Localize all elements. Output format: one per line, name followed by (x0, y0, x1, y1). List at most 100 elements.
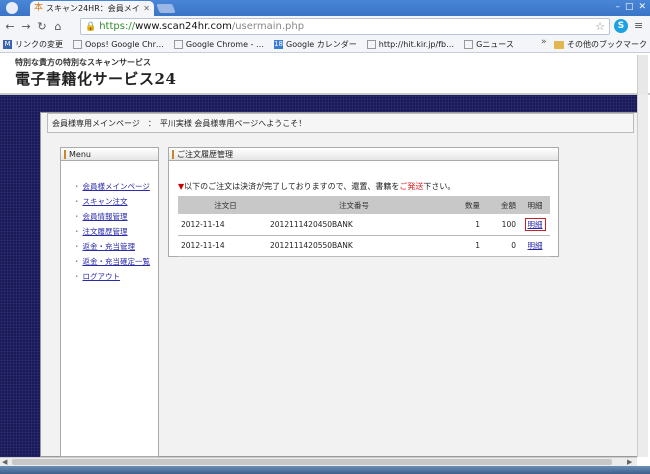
forward-icon[interactable]: → (20, 20, 32, 34)
home-icon[interactable]: ⌂ (52, 20, 64, 34)
horizontal-scrollbar[interactable]: ◀ ▶ (0, 457, 637, 466)
bookmark-label: Google Chrome - … (185, 40, 264, 49)
sidebar-item-refund: ・返金・充当管理 (73, 239, 158, 254)
bookmark-item[interactable]: Oops! Google Chr… (73, 40, 164, 49)
bookmark-item[interactable]: 18 Google カレンダー (274, 39, 357, 50)
maximize-icon[interactable]: □ (625, 2, 634, 12)
bullet-icon: ・ (73, 227, 81, 236)
bookmark-label: Gニュース (476, 40, 514, 49)
sidebar-item-refund-list: ・返金・充当確定一覧 (73, 254, 158, 269)
sidebar-item-logout: ・ログアウト (73, 269, 158, 284)
header-accent (64, 149, 66, 159)
os-taskbar (0, 466, 650, 474)
url-host: www.scan24hr.com (135, 21, 232, 32)
bookmark-item[interactable]: Google Chrome - … (173, 40, 264, 49)
folder-icon (554, 40, 564, 49)
notice-text: ▼以下のご注文は決済が完了しておりますので、還置、書籍をご発送下さい。 (178, 181, 455, 192)
table-row: 2012-11-14 2012111420550BANK 1 0 明細 (178, 235, 550, 257)
bookmark-m-icon: M (3, 40, 12, 49)
sidebar-link[interactable]: 返金・充当確定一覧 (83, 256, 151, 267)
address-bar[interactable]: 🔒 https:// www.scan24hr.com /usermain.ph… (80, 18, 610, 35)
window-controls: – □ ✕ (615, 2, 646, 12)
sidebar-item-member-main: ・会員様メインページ (73, 179, 158, 194)
bookmark-item[interactable]: Gニュース (464, 39, 514, 50)
cell-qty: 1 (438, 235, 480, 257)
cell-date: 2012-11-14 (178, 235, 270, 257)
cell-amount: 100 (480, 214, 520, 236)
site-logo[interactable]: 電子書籍化サービス24 (15, 68, 176, 89)
panel-title: ご注文履歴管理 (177, 149, 233, 159)
minimize-icon[interactable]: – (615, 2, 620, 12)
url-scheme: https:// (99, 21, 136, 32)
sidebar-link[interactable]: 会員情報管理 (83, 211, 128, 222)
bookmark-label: Google カレンダー (286, 40, 357, 49)
browser-toolbar: ← → ↻ ⌂ 🔒 https:// www.scan24hr.com /use… (0, 16, 650, 37)
browser-titlebar: 本 スキャン24HR：会員メイ ✕ – □ ✕ (0, 0, 650, 16)
bullet-icon: ・ (73, 257, 81, 266)
cell-amount: 0 (480, 235, 520, 257)
header-scroll-track (637, 55, 648, 95)
sidebar-item-order-history: ・注文履歴管理 (73, 224, 158, 239)
cell-number: 2012111420450BANK (270, 214, 438, 236)
bookmarks-overflow-icon[interactable]: » (541, 37, 547, 47)
scroll-left-icon[interactable]: ◀ (2, 458, 7, 466)
page-icon (173, 40, 183, 49)
sidebar-menu: Menu ・会員様メインページ ・スキャン注文 ・会員情報管理 ・注文履歴管理 … (60, 147, 159, 457)
header-amount: 金額 (480, 196, 520, 214)
close-tab-icon[interactable]: ✕ (143, 4, 150, 13)
cell-detail: 明細 (520, 214, 550, 236)
bullet-icon: ・ (73, 242, 81, 251)
bookmark-star-icon[interactable]: ☆ (595, 20, 605, 33)
table-row: 2012-11-14 2012111420450BANK 1 100 明細 (178, 214, 550, 236)
notice-after: 下さい。 (423, 182, 456, 191)
tab-title: スキャン24HR：会員メイ (46, 4, 140, 13)
bookmark-item[interactable]: http://hit.kir.jp/fb… (366, 40, 455, 49)
order-history-panel: ご注文履歴管理 ▼以下のご注文は決済が完了しておりますので、還置、書籍をご発送下… (168, 147, 559, 257)
calendar-icon: 18 (274, 40, 283, 49)
cell-number: 2012111420550BANK (270, 235, 438, 257)
header-date: 注文日 (178, 196, 270, 214)
sidebar-item-scan-order: ・スキャン注文 (73, 194, 158, 209)
notice-before: 以下のご注文は決済が完了しておりますので、還置、書籍を (184, 182, 400, 191)
sidebar-title: Menu (69, 149, 91, 159)
close-window-icon[interactable]: ✕ (638, 2, 646, 12)
cell-detail: 明細 (520, 235, 550, 257)
new-tab-button[interactable] (156, 4, 176, 13)
sidebar-link[interactable]: スキャン注文 (83, 196, 128, 207)
vertical-scrollbar[interactable] (637, 95, 648, 457)
reload-icon[interactable]: ↻ (36, 20, 48, 34)
horizontal-scroll-thumb[interactable] (12, 459, 612, 465)
bookmark-label: Oops! Google Chr… (85, 40, 164, 49)
breadcrumb: 会員様専用メインページ ： 平川実様 会員様専用ページへようこそ！ (47, 113, 634, 133)
header-qty: 数量 (438, 196, 480, 214)
url-path: /usermain.php (231, 21, 305, 32)
bullet-icon: ・ (73, 272, 81, 281)
browser-tab[interactable]: 本 スキャン24HR：会員メイ ✕ (30, 1, 154, 16)
cell-qty: 1 (438, 214, 480, 236)
cell-date: 2012-11-14 (178, 214, 270, 236)
bookmark-label: http://hit.kir.jp/fb… (378, 40, 455, 49)
page-icon (366, 40, 376, 49)
detail-link[interactable]: 明細 (526, 240, 545, 251)
sidebar-list: ・会員様メインページ ・スキャン注文 ・会員情報管理 ・注文履歴管理 ・返金・充… (61, 161, 158, 284)
notice-highlight: ご発送 (399, 182, 424, 191)
breadcrumb-text: 会員様専用メインページ ： 平川実様 会員様専用ページへようこそ！ (52, 118, 307, 128)
sidebar-link[interactable]: 注文履歴管理 (83, 226, 128, 237)
bookmark-item[interactable]: M リンクの変更 (3, 39, 63, 50)
sidebar-link[interactable]: 会員様メインページ (83, 181, 150, 192)
profile-icon[interactable] (6, 2, 18, 14)
detail-link[interactable]: 明細 (524, 217, 546, 231)
page-icon (73, 40, 82, 49)
back-icon[interactable]: ← (4, 20, 16, 34)
chrome-menu-icon[interactable]: ≡ (634, 19, 643, 32)
panel-header: ご注文履歴管理 (169, 148, 558, 161)
other-bookmarks-folder[interactable]: その他のブックマーク (554, 39, 647, 50)
lock-icon: 🔒 (85, 21, 97, 32)
page-icon (464, 40, 474, 49)
sidebar-link[interactable]: 返金・充当管理 (83, 241, 136, 252)
skype-icon[interactable]: S (614, 19, 628, 33)
sidebar-item-member-info: ・会員情報管理 (73, 209, 158, 224)
sidebar-link[interactable]: ログアウト (83, 271, 121, 282)
scroll-right-icon[interactable]: ▶ (627, 458, 632, 466)
bullet-icon: ・ (73, 212, 81, 221)
